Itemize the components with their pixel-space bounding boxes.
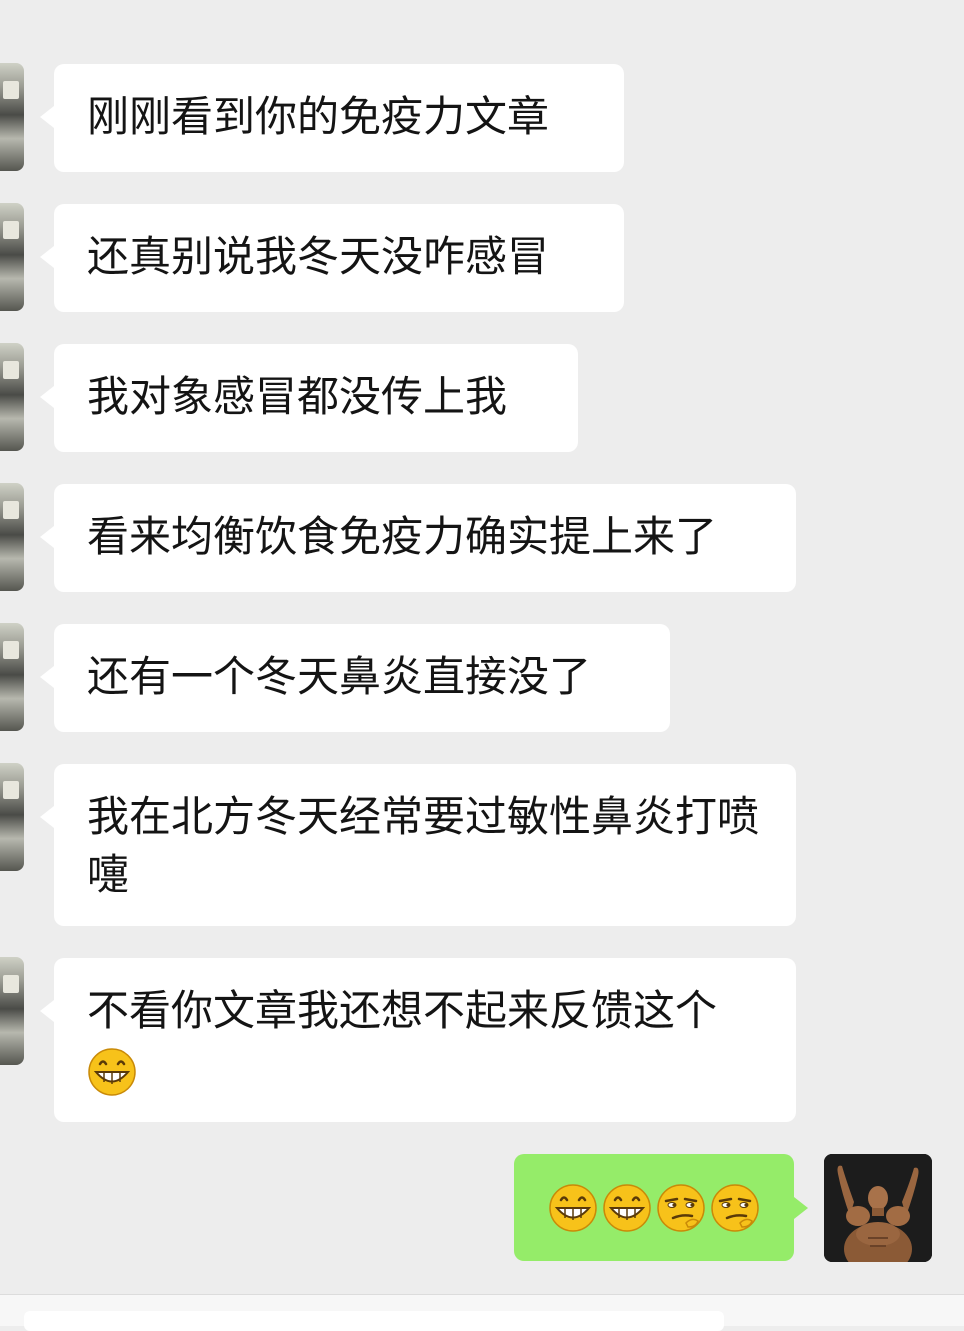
contact-avatar[interactable] [0,763,24,871]
contact-avatar[interactable] [0,483,24,591]
bodybuilder-photo [824,1154,932,1262]
user-avatar[interactable] [824,1154,932,1262]
input-bar [0,1294,964,1331]
message-text: 看来均衡饮食免疫力确实提上来了 [87,512,718,561]
contact-avatar[interactable] [0,623,24,731]
message-bubble[interactable]: 我对象感冒都没传上我 [40,344,578,452]
contact-avatar[interactable] [0,957,24,1065]
grin-emoji [87,1047,137,1097]
message-bubble[interactable]: 我在北方冬天经常要过敏性鼻炎打喷嚏 [40,764,796,926]
message-input[interactable] [24,1311,724,1331]
message-text: 还有一个冬天鼻炎直接没了 [87,652,592,701]
contact-avatar[interactable] [0,343,24,451]
message-bubble[interactable]: 还真别说我冬天没咋感冒 [40,204,624,312]
message-bubble[interactable]: 看来均衡饮食免疫力确实提上来了 [40,484,796,592]
chat-area: 刚刚看到你的免疫力文章 还真别说我冬天没咋感冒 我对象感冒都没传上我 看来均衡饮… [0,0,964,1331]
message-bubble[interactable]: 不看你文章我还想不起来反馈这个 [40,958,796,1122]
smirk-emoji [656,1183,706,1233]
message-text: 还真别说我冬天没咋感冒 [87,232,550,281]
contact-avatar[interactable] [0,203,24,311]
sent-message-bubble[interactable] [514,1154,808,1261]
message-text: 我对象感冒都没传上我 [87,372,508,421]
message-text: 我在北方冬天经常要过敏性鼻炎打喷嚏 [87,792,760,899]
message-bubble[interactable]: 刚刚看到你的免疫力文章 [40,64,624,172]
grin-emoji [548,1183,598,1233]
message-bubble[interactable]: 还有一个冬天鼻炎直接没了 [40,624,670,732]
message-text: 不看你文章我还想不起来反馈这个 [87,986,718,1035]
contact-avatar[interactable] [0,63,24,171]
smirk-emoji [710,1183,760,1233]
grin-emoji [602,1183,652,1233]
message-text: 刚刚看到你的免疫力文章 [87,92,550,141]
